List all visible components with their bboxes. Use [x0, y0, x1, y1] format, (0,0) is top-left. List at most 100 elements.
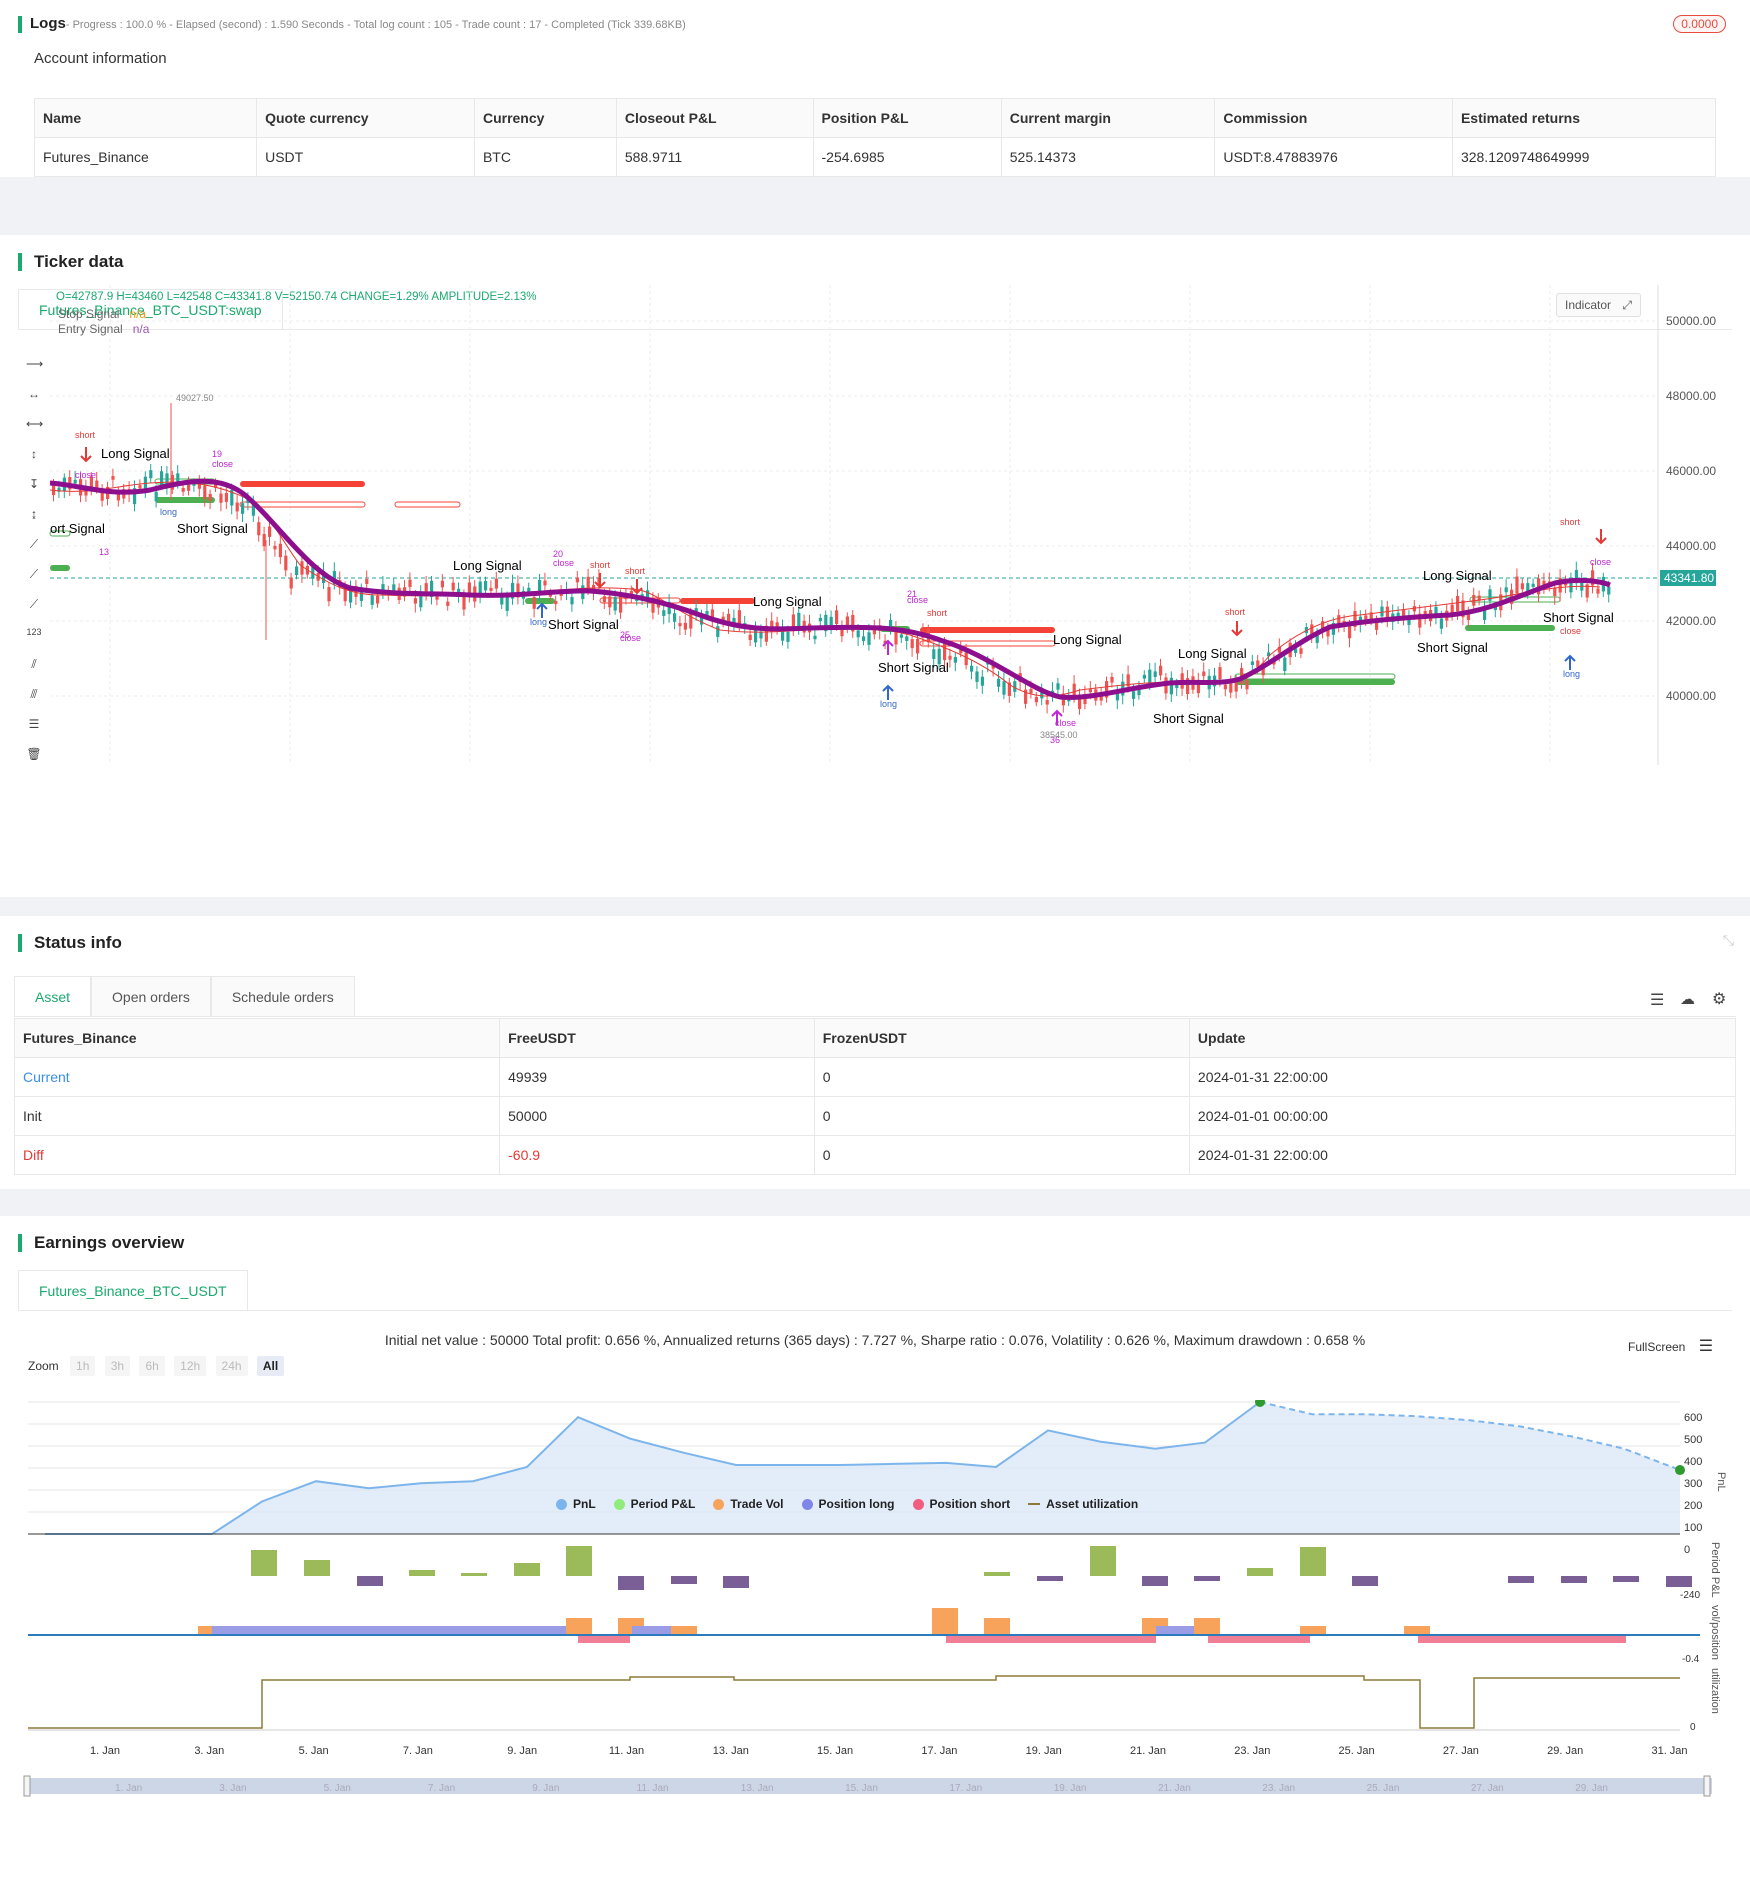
- status-tabs: Asset Open orders Schedule orders: [14, 976, 1736, 1017]
- candle-body: [138, 485, 142, 489]
- annot-long-8: Long Signal: [1178, 646, 1247, 661]
- pnl-tick-label: 500: [1684, 1434, 1702, 1446]
- legend-label: Position long: [818, 1497, 895, 1511]
- list-view-icon[interactable]: ☰: [1650, 990, 1664, 1010]
- legend-item[interactable]: Position short: [912, 1497, 1010, 1511]
- table-row: Init 50000 0 2024-01-01 00:00:00: [13, 1096, 1737, 1136]
- legend-item[interactable]: Trade Vol: [713, 1497, 784, 1511]
- marker-close-5: close: [907, 595, 928, 605]
- account-data-row: Futures_Binance USDT BTC 588.9711 -254.6985 5…: [33, 137, 1717, 177]
- legend-item[interactable]: PnL: [556, 1497, 596, 1511]
- candle-body: [554, 600, 558, 605]
- candle-body: [219, 493, 223, 503]
- annot-long-5: Long Signal: [753, 594, 822, 609]
- account-header-cell: Estimated returns: [1451, 98, 1717, 138]
- earnings-x-label: 5. Jan: [299, 1745, 329, 1757]
- earnings-x-label: 21. Jan: [1130, 1745, 1166, 1757]
- candle-body: [862, 636, 866, 641]
- candle-body: [1202, 671, 1206, 677]
- candle-body: [1364, 615, 1368, 620]
- table-row: Diff -60.9 0 2024-01-31 22:00:00: [13, 1135, 1737, 1175]
- navigator-x-label: 13. Jan: [741, 1783, 774, 1794]
- asset-cell: 2024-01-31 22:00:00: [1188, 1057, 1737, 1097]
- pnl-tick-label: 600: [1684, 1412, 1702, 1424]
- collapse-icon[interactable]: ⤡: [1723, 932, 1734, 949]
- tab-asset[interactable]: Asset: [14, 976, 92, 1016]
- candle-body: [970, 665, 974, 672]
- tab-schedule-orders[interactable]: Schedule orders: [210, 976, 355, 1016]
- logs-panel: Logs- Progress : 100.0 % - Elapsed (seco…: [0, 0, 1750, 177]
- legend-item[interactable]: Period P&L: [613, 1497, 695, 1511]
- price-tick-label: 38000.00: [1666, 764, 1716, 765]
- status-title: Status info: [18, 934, 122, 952]
- earnings-summary: Initial net value : 50000 Total profit: …: [384, 1332, 1366, 1348]
- legend-dot-icon: [1028, 1503, 1041, 1505]
- candle-body: [1045, 700, 1049, 705]
- navigator-x-label: 23. Jan: [1262, 1783, 1295, 1794]
- asset-header-row: Futures_Binance FreeUSDT FrozenUSDT Update: [13, 1018, 1737, 1058]
- candle-body: [1034, 697, 1038, 703]
- price-tick-label: 40000.00: [1666, 689, 1716, 703]
- candle-body: [943, 643, 947, 661]
- account-cell: 588.9711: [615, 137, 814, 177]
- cloud-download-icon[interactable]: ☁: [1680, 990, 1695, 1008]
- candles: [52, 403, 1611, 715]
- stop-signal-rings-red: [239, 501, 1056, 647]
- annot-short-4: Short Signal: [548, 617, 619, 632]
- zoom-3h[interactable]: 3h: [104, 1356, 131, 1376]
- earnings-x-labels: 1. Jan 3. Jan 5. Jan 7. Jan 9. Jan 11. Jan 13.…: [90, 1745, 1688, 1757]
- candle-body: [327, 587, 331, 602]
- tab-open-orders[interactable]: Open orders: [91, 976, 211, 1016]
- zoom-6h[interactable]: 6h: [139, 1356, 165, 1376]
- candle-body: [187, 484, 191, 491]
- zoom-24h[interactable]: 24h: [215, 1356, 248, 1376]
- marker-short-3: short: [625, 566, 646, 576]
- legend-item[interactable]: Position long: [801, 1497, 895, 1511]
- candle-body: [111, 476, 115, 480]
- candle-body: [867, 632, 871, 645]
- candle-body: [489, 587, 493, 591]
- candle-body: [257, 522, 261, 536]
- candle-body: [948, 655, 952, 660]
- price-tick-label: 44000.00: [1666, 539, 1716, 553]
- zoom-12h[interactable]: 12h: [174, 1356, 207, 1376]
- navigator-labels: 1. Jan 3. Jan 5. Jan 7. Jan 9. Jan 11. Jan 13.…: [115, 1783, 1608, 1794]
- candle-body: [1283, 657, 1287, 672]
- candle-body: [689, 612, 693, 629]
- candle-body: [856, 630, 860, 638]
- zoom-1h[interactable]: 1h: [70, 1356, 96, 1376]
- earnings-x-label: 15. Jan: [817, 1745, 853, 1757]
- asset-cell: 2024-01-31 22:00:00: [1188, 1135, 1737, 1175]
- navigator-x-label: 1. Jan: [115, 1783, 142, 1794]
- fullscreen-button[interactable]: FullScreen ☰: [1628, 1336, 1713, 1356]
- earnings-chart[interactable]: 6005004003002001000 PnL -240 Period P&L …: [0, 1400, 1750, 1880]
- menu-icon[interactable]: ☰: [1699, 1338, 1713, 1355]
- marker-close-2: close: [212, 459, 233, 469]
- earnings-panel: Earnings overview Futures_Binance_BTC_US…: [0, 1216, 1750, 1892]
- candle-body: [1250, 661, 1254, 665]
- candle-body: [602, 596, 606, 603]
- candle-body: [916, 638, 920, 654]
- tab-earnings-symbol[interactable]: Futures_Binance_BTC_USDT: [18, 1270, 248, 1310]
- table-row: Current 49939 0 2024-01-31 22:00:00: [13, 1057, 1737, 1097]
- zoom-all[interactable]: All: [256, 1356, 285, 1376]
- earnings-title: Earnings overview: [18, 1234, 184, 1252]
- asset-cell: 0: [813, 1057, 1190, 1097]
- candle-body: [910, 639, 914, 649]
- pnl-tick-label: 200: [1684, 1500, 1702, 1512]
- asset-cell: 49939: [499, 1057, 815, 1097]
- account-header-cell: Currency: [473, 98, 617, 138]
- settings-gear-icon[interactable]: ⚙: [1712, 989, 1726, 1009]
- account-cell: Futures_Binance: [33, 137, 258, 177]
- account-title: Account information: [34, 50, 167, 67]
- marker-short-4: short: [927, 608, 948, 618]
- candle-body: [440, 580, 444, 588]
- navigator-x-label: 11. Jan: [637, 1783, 669, 1794]
- util-tick: 0: [1690, 1722, 1696, 1733]
- marker-close-8: close: [1055, 718, 1076, 728]
- candle-body: [818, 617, 822, 622]
- legend-item[interactable]: Asset utilization: [1028, 1497, 1138, 1511]
- candle-body: [484, 581, 488, 591]
- fast-ma-line: [49, 481, 1601, 697]
- candlestick-chart[interactable]: Long Signal ort Signal Short Signal Long…: [0, 285, 1750, 765]
